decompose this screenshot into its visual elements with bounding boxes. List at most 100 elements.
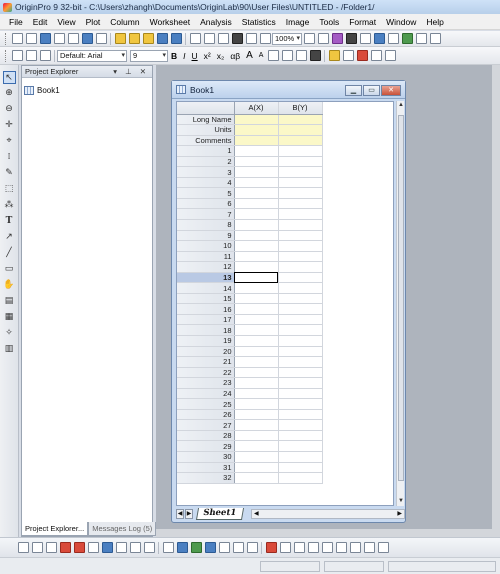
data-cell[interactable] [278, 451, 323, 463]
mask-tool-icon[interactable]: ⁂ [3, 199, 16, 212]
increase-font-button[interactable]: A [243, 50, 256, 61]
area-plot-icon[interactable] [87, 542, 99, 553]
zoom-out-icon[interactable] [317, 33, 329, 44]
data-cell[interactable] [234, 198, 279, 210]
label-cell[interactable] [278, 114, 323, 126]
row-header[interactable]: 4 [177, 177, 235, 189]
data-cell[interactable] [234, 219, 279, 231]
data-cell[interactable] [278, 419, 323, 431]
import-ascii-icon[interactable] [189, 33, 201, 44]
label-cell[interactable] [234, 114, 279, 126]
rectangle-tool-icon[interactable]: ▭ [3, 263, 16, 276]
data-cell[interactable] [278, 356, 323, 368]
menu-plot[interactable]: Plot [81, 14, 106, 30]
data-cell[interactable] [278, 409, 323, 421]
data-cell[interactable] [278, 208, 323, 220]
bold-button[interactable]: B [168, 51, 180, 61]
menu-tools[interactable]: Tools [314, 14, 344, 30]
line-tool-icon[interactable]: ╱ [3, 247, 16, 260]
data-cell[interactable] [234, 388, 279, 400]
project-explorer-icon[interactable] [373, 33, 385, 44]
row-header[interactable]: 15 [177, 293, 235, 305]
row-header[interactable]: 18 [177, 324, 235, 336]
data-cell[interactable] [234, 145, 279, 157]
toolbar-grip[interactable] [5, 49, 8, 62]
region-select-icon[interactable]: ⬚ [3, 183, 16, 196]
data-cell[interactable] [278, 156, 323, 168]
explorer-item-book1[interactable]: Book1 [24, 86, 152, 95]
align-left-icon[interactable] [267, 50, 279, 61]
data-cell[interactable] [278, 272, 323, 284]
menu-statistics[interactable]: Statistics [237, 14, 281, 30]
italic-button[interactable]: I [180, 51, 188, 61]
open-template-icon[interactable] [128, 33, 140, 44]
bar-plot-icon[interactable] [73, 542, 85, 553]
sheet-prev-icon[interactable]: ◀ [176, 508, 184, 519]
font-color-icon[interactable] [309, 50, 321, 61]
data-cell[interactable] [278, 335, 323, 347]
new-function-icon[interactable] [95, 33, 107, 44]
row-header[interactable]: 5 [177, 187, 235, 199]
graph-layer-icon[interactable]: ▤ [3, 295, 16, 308]
row-header[interactable]: 11 [177, 251, 235, 263]
data-cell[interactable] [234, 303, 279, 315]
data-cell[interactable] [234, 462, 279, 474]
font-select[interactable]: Default: Arial [57, 49, 127, 62]
line-symbol-plot-icon[interactable] [45, 542, 57, 553]
draw-data-icon[interactable]: ✎ [3, 167, 16, 180]
data-cell[interactable] [278, 472, 323, 484]
underline-button[interactable]: U [189, 51, 201, 61]
zoom-in-icon[interactable] [303, 33, 315, 44]
duplicate-icon[interactable] [245, 33, 257, 44]
row-header[interactable]: 27 [177, 419, 235, 431]
layer-icon[interactable] [279, 542, 291, 553]
save-project-icon[interactable] [156, 33, 168, 44]
workspace-vertical-scrollbar[interactable] [492, 65, 500, 537]
data-cell[interactable] [278, 198, 323, 210]
tab-sheet1[interactable]: Sheet1 [195, 507, 245, 520]
script-window-icon[interactable] [345, 33, 357, 44]
data-cell[interactable] [278, 346, 323, 358]
text-tool-icon[interactable]: T [3, 215, 16, 228]
data-cell[interactable] [234, 472, 279, 484]
merge-graphs-icon[interactable] [265, 542, 277, 553]
zoom-in-tool-icon[interactable]: ⊕ [3, 87, 16, 100]
active-cell[interactable] [234, 272, 279, 284]
label-row-header[interactable]: Units [177, 124, 235, 136]
rescale-icon[interactable] [307, 542, 319, 553]
decrease-font-button[interactable]: A [256, 52, 267, 59]
menu-window[interactable]: Window [381, 14, 421, 30]
toolbar-grip[interactable] [5, 32, 8, 45]
label-cell[interactable] [278, 135, 323, 147]
maximize-icon[interactable]: ▭ [363, 85, 380, 96]
row-header[interactable]: 14 [177, 282, 235, 294]
menu-worksheet[interactable]: Worksheet [145, 14, 195, 30]
row-header[interactable]: 26 [177, 409, 235, 421]
row-header[interactable]: 23 [177, 377, 235, 389]
data-cell[interactable] [234, 208, 279, 220]
data-cell[interactable] [234, 419, 279, 431]
data-cell[interactable] [278, 367, 323, 379]
menu-view[interactable]: View [52, 14, 80, 30]
arrow-tool-icon[interactable]: ↗ [3, 231, 16, 244]
column-plot-icon[interactable] [59, 542, 71, 553]
column-header-a[interactable]: A(X) [234, 102, 279, 115]
menu-analysis[interactable]: Analysis [195, 14, 237, 30]
multi-panel-icon[interactable] [115, 542, 127, 553]
data-cell[interactable] [278, 187, 323, 199]
data-cell[interactable] [278, 145, 323, 157]
arrange-layers-icon[interactable] [293, 542, 305, 553]
data-cell[interactable] [278, 282, 323, 294]
data-cell[interactable] [234, 440, 279, 452]
column-header-b[interactable]: B(Y) [278, 102, 323, 115]
data-cell[interactable] [278, 462, 323, 474]
command-window-icon[interactable] [387, 33, 399, 44]
scroll-up-icon[interactable]: ▲ [397, 101, 405, 110]
scroll-down-icon[interactable]: ▼ [397, 497, 405, 506]
row-header[interactable]: 31 [177, 462, 235, 474]
new-notes-icon[interactable] [67, 33, 79, 44]
data-cell[interactable] [234, 398, 279, 410]
data-cell[interactable] [278, 377, 323, 389]
refresh-icon[interactable] [259, 33, 271, 44]
label-cell[interactable] [278, 124, 323, 136]
